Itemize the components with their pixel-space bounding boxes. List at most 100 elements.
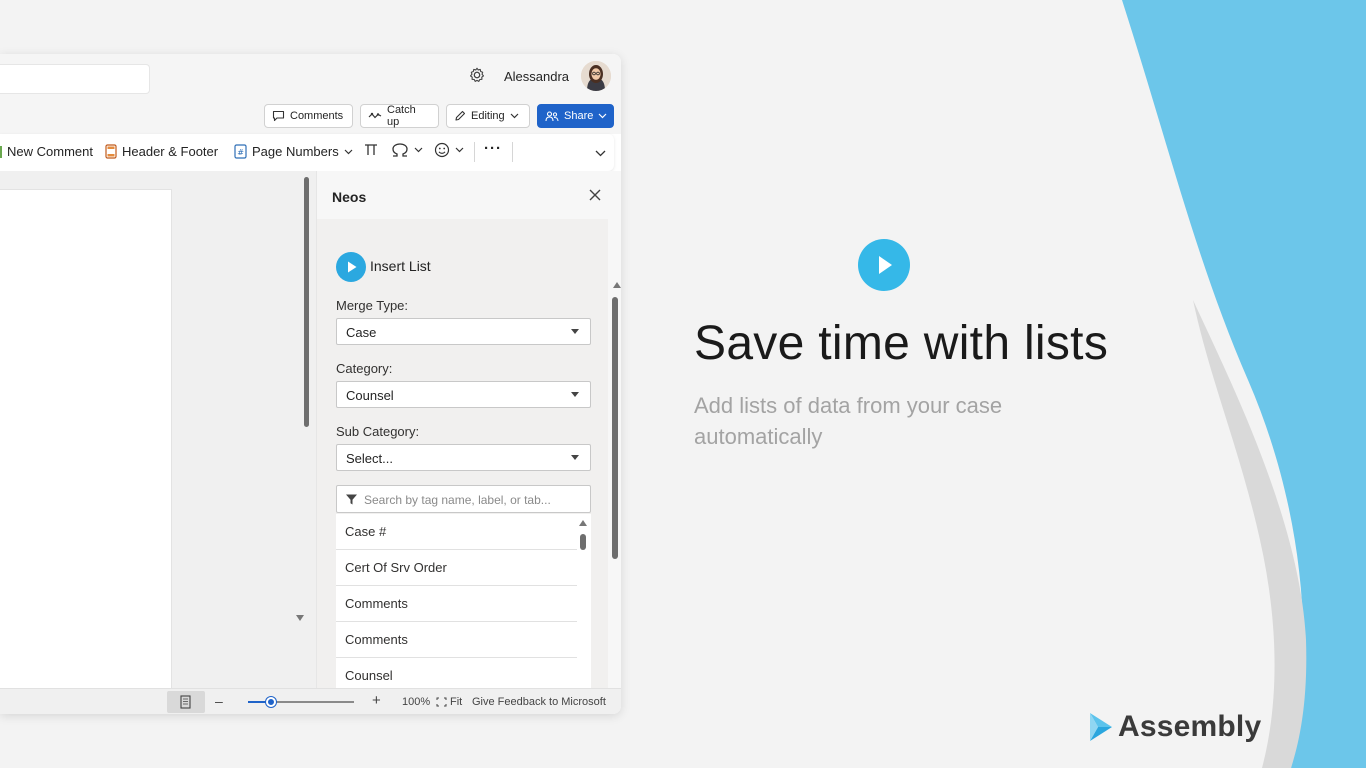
equation-button[interactable] bbox=[363, 142, 379, 158]
page-numbers-label: Page Numbers bbox=[252, 144, 339, 159]
assembly-logo-icon bbox=[1090, 713, 1112, 741]
dropdown-caret-icon bbox=[571, 329, 579, 334]
user-name[interactable]: Alessandra bbox=[504, 69, 569, 84]
new-comment-icon bbox=[0, 145, 2, 158]
list-scrollbar-thumb[interactable] bbox=[580, 534, 586, 550]
dropdown-caret-icon bbox=[571, 455, 579, 460]
pane-scroll-up-arrow[interactable] bbox=[613, 282, 621, 288]
pane-header: Neos bbox=[317, 171, 621, 219]
ribbon-separator bbox=[474, 142, 475, 162]
document-scrollbar[interactable] bbox=[304, 177, 309, 427]
merge-type-select[interactable]: Case bbox=[336, 318, 591, 345]
emoji-icon bbox=[434, 142, 450, 158]
tag-list: Case # Cert Of Srv Order Comments Commen… bbox=[336, 514, 591, 688]
subcategory-label: Sub Category: bbox=[336, 424, 420, 439]
share-button[interactable]: Share bbox=[537, 104, 614, 128]
page-number-icon: # bbox=[234, 144, 247, 159]
category-select[interactable]: Counsel bbox=[336, 381, 591, 408]
ribbon-toolbar: New Comment Header & Footer # Page Numbe… bbox=[0, 134, 614, 171]
promo-play-icon[interactable] bbox=[858, 239, 910, 291]
brand-name: Assembly bbox=[1118, 710, 1262, 743]
category-label: Category: bbox=[336, 361, 393, 376]
status-bar: – + 100% Fit Give Feedback to Microsoft bbox=[0, 688, 621, 714]
comments-button[interactable]: Comments bbox=[264, 104, 353, 128]
chevron-down-icon bbox=[598, 113, 607, 119]
zoom-out-button[interactable]: – bbox=[215, 693, 223, 709]
zoom-slider-thumb[interactable] bbox=[266, 697, 277, 707]
list-scroll-up-arrow[interactable] bbox=[579, 520, 587, 526]
chevron-down-icon bbox=[414, 147, 423, 153]
list-item[interactable]: Case # bbox=[336, 514, 577, 550]
filter-icon bbox=[346, 494, 357, 505]
fit-icon bbox=[436, 697, 447, 707]
assembly-brand: Assembly bbox=[1088, 710, 1261, 744]
fit-label: Fit bbox=[450, 696, 463, 708]
give-feedback-link[interactable]: Give Feedback to Microsoft bbox=[472, 696, 606, 708]
list-item[interactable]: Counsel bbox=[336, 658, 577, 688]
tag-search-placeholder: Search by tag name, label, or tab... bbox=[364, 493, 551, 507]
equation-icon bbox=[365, 144, 377, 155]
share-people-icon bbox=[545, 110, 559, 121]
pane-body: Insert List Merge Type: Case Category: C… bbox=[317, 219, 608, 688]
word-window: Alessandra Comments Catch up Editing Sha… bbox=[0, 54, 621, 714]
chevron-down-icon bbox=[510, 113, 519, 119]
more-options-label: ··· bbox=[484, 140, 502, 157]
header-footer-button[interactable]: Header & Footer bbox=[105, 144, 218, 159]
subcategory-select[interactable]: Select... bbox=[336, 444, 591, 471]
page-view-icon bbox=[180, 695, 191, 709]
header-footer-label: Header & Footer bbox=[122, 144, 219, 159]
omega-icon bbox=[392, 143, 408, 157]
promo-title: Save time with lists bbox=[694, 317, 1109, 370]
avatar[interactable] bbox=[581, 61, 611, 91]
subcategory-value: Select... bbox=[346, 451, 393, 466]
more-options-button[interactable]: ··· bbox=[484, 140, 502, 157]
editing-label: Editing bbox=[471, 110, 505, 122]
fit-button[interactable]: Fit bbox=[436, 696, 462, 708]
document-canvas bbox=[0, 171, 316, 689]
list-item[interactable]: Cert Of Srv Order bbox=[336, 550, 577, 586]
zoom-percent[interactable]: 100% bbox=[402, 696, 430, 708]
search-box[interactable] bbox=[0, 64, 150, 94]
ribbon-expand-button[interactable] bbox=[595, 150, 606, 157]
page-numbers-button[interactable]: # Page Numbers bbox=[234, 144, 353, 159]
promo-subtitle: Add lists of data from your case automat… bbox=[694, 393, 1003, 449]
pencil-icon bbox=[455, 110, 466, 121]
comment-icon bbox=[272, 110, 285, 122]
insert-list-title: Insert List bbox=[370, 258, 431, 274]
catchup-icon bbox=[368, 112, 382, 119]
category-value: Counsel bbox=[346, 388, 394, 403]
title-bar: Alessandra bbox=[0, 54, 621, 100]
new-comment-label: New Comment bbox=[7, 144, 93, 159]
header-footer-icon bbox=[105, 144, 117, 159]
svg-text:#: # bbox=[237, 148, 244, 157]
sky-blue-shape bbox=[1122, 0, 1366, 768]
merge-type-label: Merge Type: bbox=[336, 298, 409, 313]
dropdown-caret-icon bbox=[571, 392, 579, 397]
close-icon[interactable] bbox=[587, 187, 603, 203]
play-icon bbox=[336, 252, 366, 282]
emoji-button[interactable] bbox=[434, 142, 464, 158]
list-item[interactable]: Comments bbox=[336, 586, 577, 622]
comments-label: Comments bbox=[290, 110, 344, 122]
ribbon-separator bbox=[512, 142, 513, 162]
symbol-button[interactable] bbox=[391, 142, 423, 158]
gear-icon[interactable] bbox=[468, 66, 486, 84]
pane-scroll-down-arrow[interactable] bbox=[296, 615, 304, 621]
chevron-down-icon bbox=[344, 149, 353, 154]
catchup-button[interactable]: Catch up bbox=[360, 104, 439, 128]
share-label: Share bbox=[564, 110, 594, 122]
chevron-down-icon bbox=[455, 147, 464, 153]
print-layout-button[interactable] bbox=[167, 691, 205, 713]
chevron-down-icon bbox=[595, 150, 606, 157]
pane-title: Neos bbox=[332, 189, 367, 205]
zoom-in-button[interactable]: + bbox=[372, 692, 381, 709]
merge-type-value: Case bbox=[346, 325, 377, 340]
neos-task-pane: Neos Insert List Merge Type: Case Catego… bbox=[316, 171, 621, 688]
catchup-label: Catch up bbox=[387, 104, 416, 128]
editing-mode-button[interactable]: Editing bbox=[446, 104, 530, 128]
list-item[interactable]: Comments bbox=[336, 622, 577, 658]
new-comment-button[interactable]: New Comment bbox=[0, 144, 93, 159]
pane-scrollbar-thumb[interactable] bbox=[612, 297, 618, 559]
document-page[interactable] bbox=[0, 189, 172, 689]
tag-search-input[interactable]: Search by tag name, label, or tab... bbox=[336, 485, 591, 513]
